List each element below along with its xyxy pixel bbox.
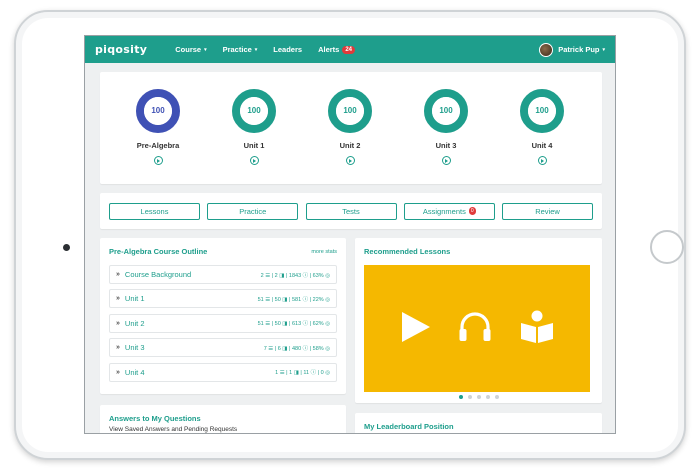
brand-logo[interactable]: piqosity <box>95 43 147 56</box>
recommended-title: Recommended Lessons <box>364 247 451 256</box>
user-name: Patrick Pup <box>558 45 600 54</box>
progress-unit: 100 Unit 4 <box>507 88 577 165</box>
chevron-down-icon: ▾ <box>204 46 207 53</box>
tab-label: Tests <box>342 206 360 216</box>
reading-icon <box>521 310 553 343</box>
outline-row-label: Unit 4 <box>124 367 145 377</box>
top-navbar: piqosity Course ▾ Practice ▾ Leaders Ale… <box>85 36 615 63</box>
answers-card: Answers to My Questions View Saved Answe… <box>100 405 346 433</box>
outline-row[interactable]: » Unit 4 1 ☰ | 1 ◨ | 11 ⓘ | 0 ◎ <box>109 362 337 382</box>
tab-label: Lessons <box>140 206 169 216</box>
tab-assignments[interactable]: Assignments 0 <box>403 202 495 220</box>
outline-row[interactable]: » Unit 1 51 ☰ | 50 ◨ | 581 ⓘ | 22% ◎ <box>109 289 337 309</box>
outline-row-stats: 2 ☰ | 2 ◨ | 1843 ⓘ | 63% ◎ <box>260 272 330 279</box>
progress-unit: 100 Unit 2 <box>315 88 385 165</box>
double-chevron-right-icon: » <box>116 368 120 376</box>
nav-alerts[interactable]: Alerts 24 <box>318 45 356 54</box>
tab-review[interactable]: Review <box>502 202 593 220</box>
recommended-lessons-card: Recommended Lessons <box>355 238 602 403</box>
camera-icon <box>63 244 70 251</box>
outline-row-stats: 1 ☰ | 1 ◨ | 11 ⓘ | 0 ◎ <box>275 370 330 377</box>
progress-unit: 100 Unit 3 <box>411 88 481 165</box>
recommended-carousel[interactable] <box>364 265 590 392</box>
outline-row-label: Unit 2 <box>124 318 145 328</box>
carousel-dot[interactable] <box>476 395 481 399</box>
nav-course-label: Course <box>175 45 202 54</box>
progress-unit: 100 Unit 1 <box>219 88 289 165</box>
tab-tests[interactable]: Tests <box>305 202 397 220</box>
tab-label: Practice <box>239 206 267 216</box>
leaderboard-title: My Leaderboard Position <box>364 422 454 431</box>
assignments-count-badge: 0 <box>468 207 476 215</box>
alerts-count-badge: 24 <box>342 45 356 54</box>
play-icon[interactable] <box>441 156 451 165</box>
unit-name: Unit 2 <box>339 141 361 150</box>
progress-value: 100 <box>247 106 261 115</box>
unit-name: Unit 3 <box>435 141 457 150</box>
progress-donut[interactable]: 100 <box>423 88 469 134</box>
carousel-dot[interactable] <box>485 395 490 399</box>
outline-row-stats: 51 ☰ | 50 ◨ | 581 ⓘ | 22% ◎ <box>257 296 330 303</box>
double-chevron-right-icon: » <box>116 271 120 278</box>
chevron-down-icon: ▾ <box>602 46 605 53</box>
progress-donut[interactable]: 100 <box>231 88 277 134</box>
nav-alerts-label: Alerts <box>318 45 340 54</box>
play-icon[interactable] <box>153 156 163 165</box>
more-stats-link[interactable]: more stats <box>311 249 337 255</box>
nav-leaders-label: Leaders <box>273 45 303 54</box>
tab-label: Review <box>535 206 560 216</box>
unit-name: Pre-Algebra <box>136 141 180 150</box>
play-icon[interactable] <box>249 156 259 165</box>
outline-row-stats: 51 ☰ | 50 ◨ | 613 ⓘ | 62% ◎ <box>257 321 330 328</box>
course-progress-card: 100 Pre-Algebra 100 Unit 1 100 Unit 2 10… <box>100 72 602 184</box>
outline-row-stats: 7 ☰ | 6 ◨ | 480 ⓘ | 58% ◎ <box>263 345 330 352</box>
progress-value: 100 <box>535 106 549 115</box>
chevron-down-icon: ▾ <box>254 46 258 53</box>
course-outline-card: Pre-Algebra Course Outline more stats » … <box>100 238 346 394</box>
headphones-icon <box>459 312 491 341</box>
home-button[interactable] <box>650 230 684 264</box>
tab-lessons[interactable]: Lessons <box>109 202 200 220</box>
nav-practice[interactable]: Practice ▾ <box>223 45 258 54</box>
tab-label: Assignments <box>422 206 466 216</box>
double-chevron-right-icon: » <box>116 295 120 303</box>
carousel-dot[interactable] <box>494 395 499 399</box>
progress-value: 100 <box>151 106 165 115</box>
outline-row[interactable]: » Unit 3 7 ☰ | 6 ◨ | 480 ⓘ | 58% ◎ <box>109 338 337 358</box>
outline-title: Pre-Algebra Course Outline <box>109 247 208 256</box>
progress-donut[interactable]: 100 <box>519 88 565 134</box>
double-chevron-right-icon: » <box>116 344 120 352</box>
carousel-dot[interactable] <box>467 395 472 399</box>
progress-value: 100 <box>343 106 357 115</box>
progress-value: 100 <box>439 106 453 115</box>
outline-row[interactable]: » Course Background 2 ☰ | 2 ◨ | 1843 ⓘ |… <box>109 265 337 284</box>
unit-name: Unit 1 <box>243 141 265 150</box>
double-chevron-right-icon: » <box>116 319 120 327</box>
outline-row[interactable]: » Unit 2 51 ☰ | 50 ◨ | 613 ⓘ | 62% ◎ <box>109 313 337 333</box>
app-screen: piqosity Course ▾ Practice ▾ Leaders Ale… <box>84 35 616 434</box>
unit-name: Unit 4 <box>531 141 553 150</box>
nav-practice-label: Practice <box>222 45 252 54</box>
play-icon <box>402 312 430 342</box>
leaderboard-card: My Leaderboard Position <box>355 413 602 433</box>
answers-subtitle-link[interactable]: View Saved Answers and Pending Requests <box>109 426 337 433</box>
play-icon[interactable] <box>345 156 355 165</box>
carousel-pagination <box>364 395 593 399</box>
carousel-dot[interactable] <box>458 395 463 399</box>
progress-unit: 100 Pre-Algebra <box>123 88 193 165</box>
nav-course[interactable]: Course ▾ <box>175 45 206 54</box>
answers-title: Answers to My Questions <box>109 414 201 423</box>
outline-row-label: Course Background <box>124 270 192 279</box>
avatar <box>539 42 554 57</box>
outline-row-label: Unit 3 <box>124 343 145 353</box>
progress-donut[interactable]: 100 <box>327 88 373 134</box>
outline-row-label: Unit 1 <box>124 294 145 304</box>
progress-donut[interactable]: 100 <box>135 88 181 134</box>
nav-leaders[interactable]: Leaders <box>273 45 302 54</box>
play-icon[interactable] <box>537 156 547 165</box>
tab-practice[interactable]: Practice <box>207 202 299 220</box>
user-menu[interactable]: Patrick Pup ▾ <box>539 42 605 57</box>
section-tabs: Lessons Practice Tests Assignments 0 Revi… <box>100 193 602 229</box>
